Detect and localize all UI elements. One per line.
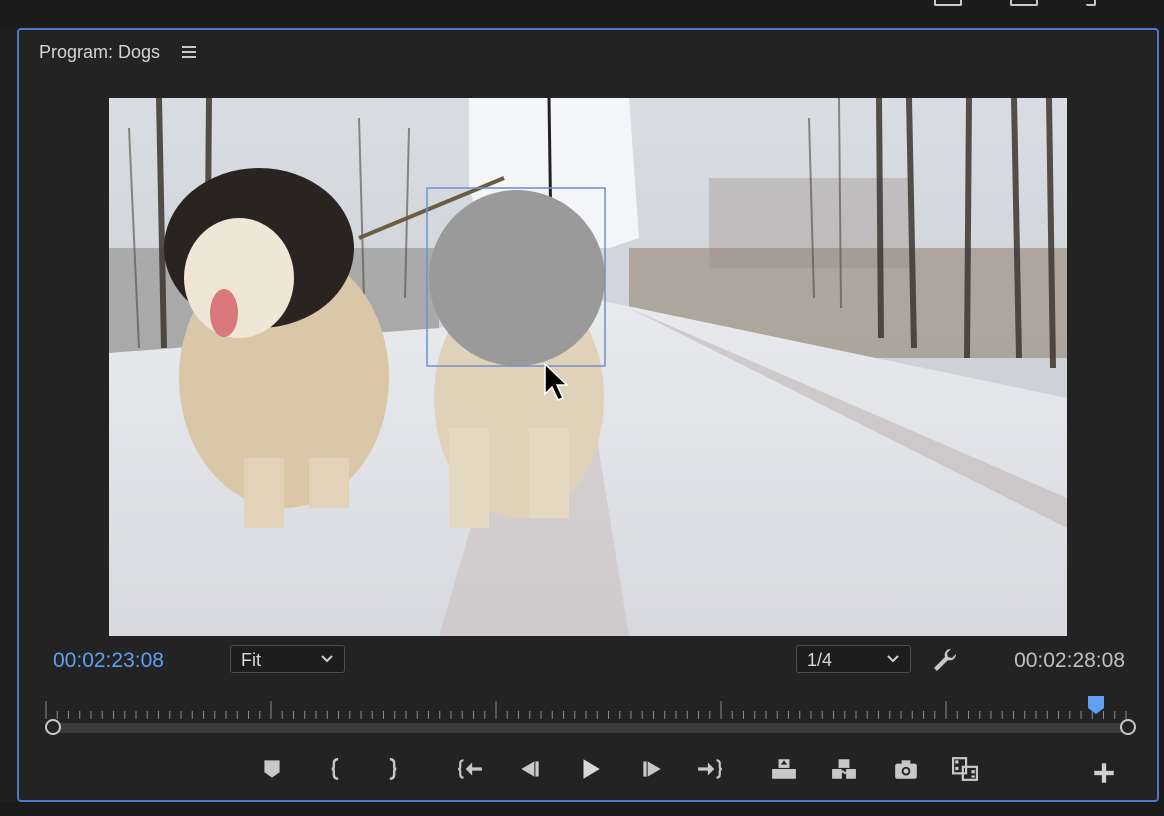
hamburger-menu-icon[interactable] — [182, 46, 196, 58]
playhead[interactable] — [1086, 696, 1106, 716]
zoom-level-value: Fit — [241, 650, 261, 670]
chevron-down-icon — [887, 655, 899, 663]
program-video-frame[interactable] — [109, 98, 1067, 636]
playback-resolution-value: 1/4 — [807, 650, 833, 670]
zoom-scroll-right-handle[interactable] — [1120, 719, 1136, 735]
panel-title: Program: Dogs — [39, 42, 161, 62]
mark-in-icon — [331, 758, 339, 780]
program-monitor-panel: Program: Dogs 00:02:23:08 Fit 1/4 00:02:… — [17, 28, 1159, 802]
step-forward-button[interactable] — [635, 754, 669, 784]
mark-out-button[interactable] — [375, 754, 409, 784]
step-forward-icon — [643, 761, 661, 777]
go-to-in-icon — [458, 759, 482, 779]
play-icon — [583, 759, 600, 779]
go-to-out-button[interactable] — [693, 754, 727, 784]
export-frame-button[interactable] — [889, 754, 923, 784]
video-image — [109, 98, 1067, 636]
left-panel-edge — [0, 28, 17, 816]
add-marker-button[interactable] — [255, 754, 289, 784]
mark-out-icon — [389, 758, 397, 780]
comparison-view-icon — [952, 757, 978, 781]
bottom-edge — [0, 802, 1164, 816]
go-to-out-icon — [698, 759, 722, 779]
zoom-scrollbar[interactable] — [49, 723, 1131, 733]
comparison-view-button[interactable] — [948, 754, 982, 784]
wrench-icon[interactable] — [931, 646, 959, 674]
camera-icon — [895, 760, 917, 779]
toolbar-icon[interactable] — [1086, 0, 1096, 6]
marker-icon — [264, 760, 280, 778]
extract-button[interactable] — [827, 754, 861, 784]
button-editor-button[interactable] — [1091, 760, 1117, 786]
duration-timecode: 00:02:28:08 — [1014, 649, 1125, 672]
lift-button[interactable] — [767, 754, 801, 784]
lift-icon — [772, 759, 796, 779]
playback-resolution-dropdown[interactable]: 1/4 — [796, 645, 911, 673]
top-toolbar-strip — [0, 0, 1164, 28]
zoom-scroll-left-handle[interactable] — [45, 719, 61, 735]
extract-icon — [832, 759, 856, 779]
chevron-down-icon — [321, 655, 333, 663]
step-back-icon — [521, 761, 539, 777]
step-back-button[interactable] — [513, 754, 547, 784]
plus-icon — [1094, 763, 1114, 783]
current-timecode[interactable]: 00:02:23:08 — [53, 649, 164, 673]
go-to-in-button[interactable] — [453, 754, 487, 784]
mark-in-button[interactable] — [319, 754, 353, 784]
toolbar-icon[interactable] — [934, 0, 962, 6]
time-ruler[interactable] — [41, 695, 1131, 721]
play-button[interactable] — [573, 754, 607, 784]
toolbar-icon[interactable] — [1010, 0, 1038, 6]
zoom-level-dropdown[interactable]: Fit — [230, 645, 345, 673]
